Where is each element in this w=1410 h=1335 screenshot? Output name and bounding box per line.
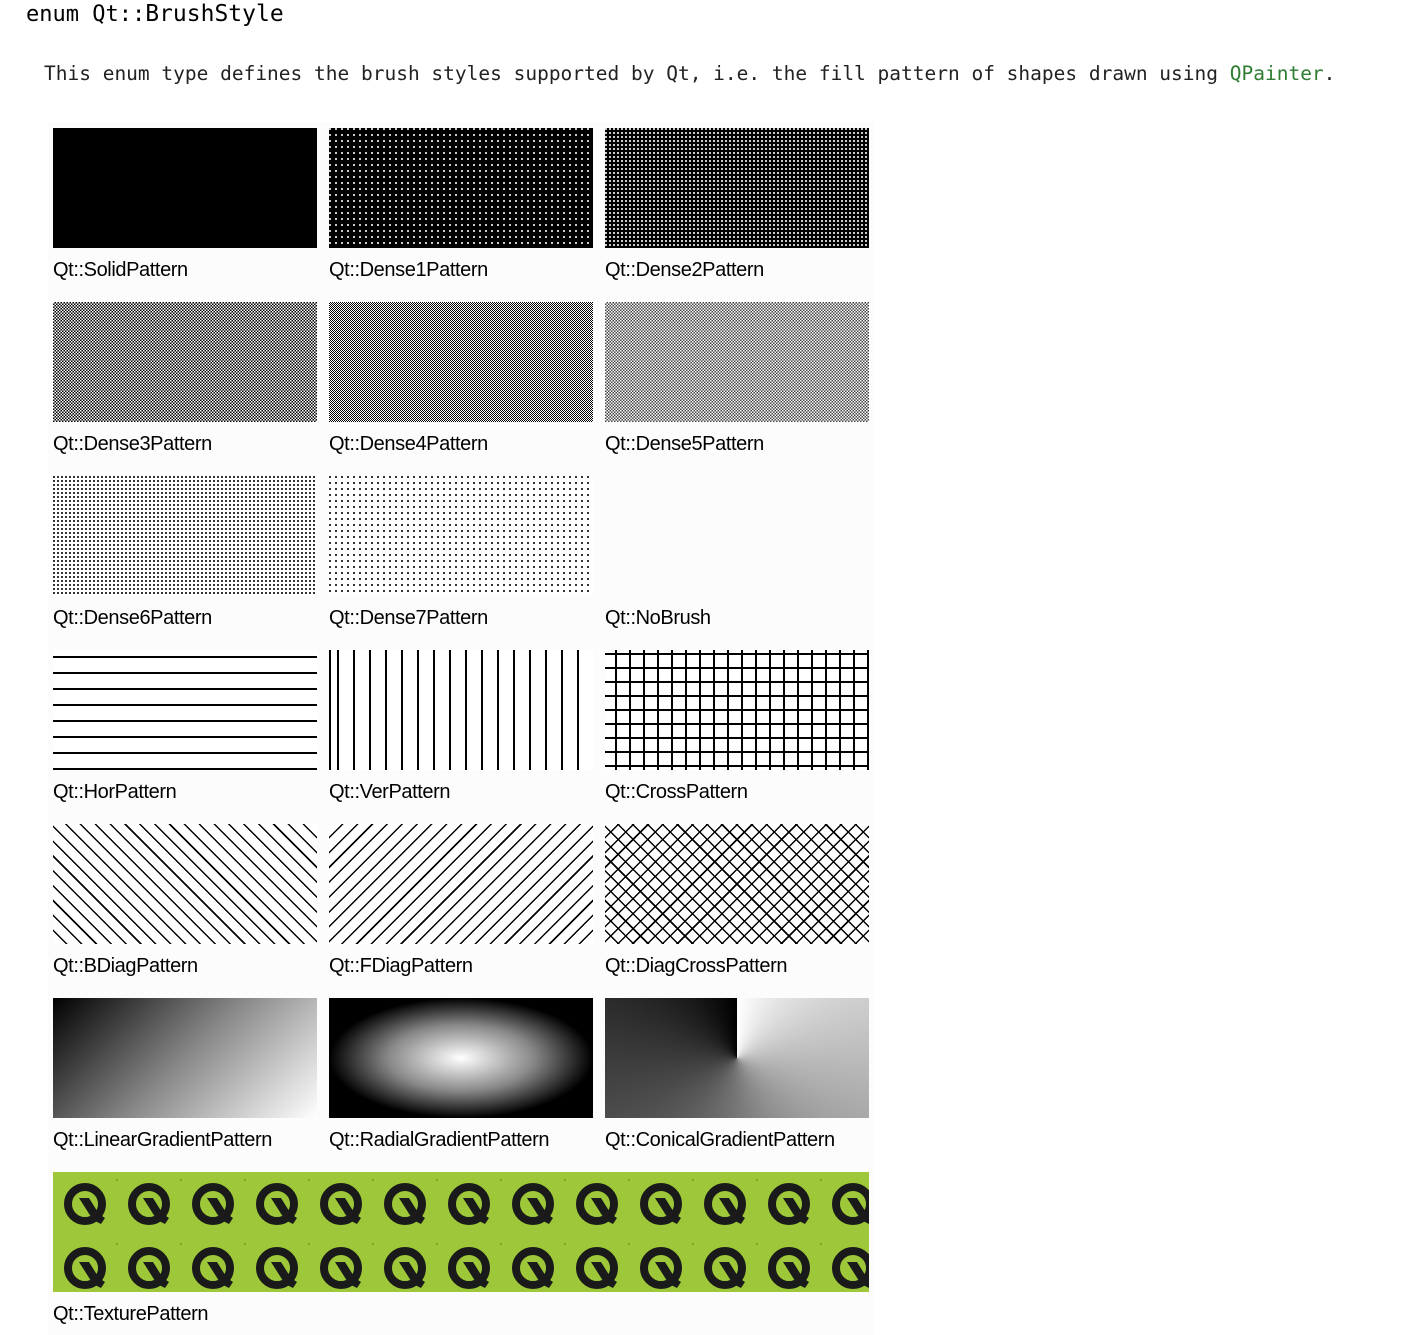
hor-pattern-swatch (53, 650, 317, 770)
texture-dot (563, 1242, 567, 1246)
pattern-label: Qt::ConicalGradientPattern (605, 1129, 835, 1151)
solid-pattern-swatch (53, 128, 317, 248)
diagcross-pattern-swatch (605, 824, 869, 944)
dense6-pattern-swatch (53, 476, 317, 596)
bdiag-pattern-swatch (53, 824, 317, 944)
texture-dot (243, 1178, 247, 1182)
qt-logo-icon (704, 1183, 746, 1225)
qt-logo-icon (64, 1247, 106, 1289)
texture-dot (243, 1242, 247, 1246)
qt-logo-icon (192, 1183, 234, 1225)
dense3-pattern-swatch (53, 302, 317, 422)
texture-dot (371, 1242, 375, 1246)
texture-dot (499, 1178, 503, 1182)
qt-logo-icon (832, 1247, 869, 1289)
description-suffix: . (1323, 62, 1336, 85)
qt-logo-icon (128, 1247, 170, 1289)
dense4-pattern-swatch (329, 302, 593, 422)
texture-dot (435, 1178, 439, 1182)
enum-name: BrushStyle (145, 1, 284, 27)
pattern-label: Qt::BDiagPattern (53, 955, 198, 977)
enum-heading: enum Qt::BrushStyle (26, 0, 284, 29)
texture-dot (755, 1178, 759, 1182)
nobrush-pattern-swatch (605, 476, 869, 596)
pattern-label: Qt::NoBrush (605, 607, 711, 629)
texture-dot (115, 1178, 119, 1182)
qt-logo-icon (384, 1183, 426, 1225)
pattern-label: Qt::Dense6Pattern (53, 607, 212, 629)
pattern-label: Qt::DiagCrossPattern (605, 955, 788, 977)
texture-pattern-swatch (53, 1172, 869, 1292)
dense2-pattern-swatch (605, 128, 869, 248)
qt-logo-icon (320, 1183, 362, 1225)
enum-description: This enum type defines the brush styles … (44, 60, 1335, 88)
qt-logo-icon (512, 1247, 554, 1289)
qt-logo-icon (256, 1183, 298, 1225)
pattern-label: Qt::FDiagPattern (329, 955, 473, 977)
texture-dot (755, 1242, 759, 1246)
pattern-label: Qt::CrossPattern (605, 781, 748, 803)
dense1-pattern-swatch (329, 128, 593, 248)
qt-logo-icon (640, 1247, 682, 1289)
enum-prefix: enum Qt:: (26, 2, 146, 27)
texture-dot (691, 1242, 695, 1246)
texture-dot (115, 1242, 119, 1246)
qt-logo-icon (768, 1183, 810, 1225)
qt-logo-icon (192, 1247, 234, 1289)
pattern-label: Qt::VerPattern (329, 781, 451, 803)
texture-dot (627, 1242, 631, 1246)
pattern-label: Qt::Dense4Pattern (329, 433, 488, 455)
pattern-label: Qt::Dense1Pattern (329, 259, 488, 281)
pattern-label: Qt::Dense2Pattern (605, 259, 764, 281)
texture-dot (307, 1242, 311, 1246)
pattern-label: Qt::Dense7Pattern (329, 607, 488, 629)
qt-logo-icon (448, 1247, 490, 1289)
dense7-pattern-swatch (329, 476, 593, 596)
qt-logo-icon (256, 1247, 298, 1289)
pattern-label: Qt::RadialGradientPattern (329, 1129, 550, 1151)
texture-dot (179, 1178, 183, 1182)
ver-pattern-swatch (329, 650, 593, 770)
linear-gradient-swatch (53, 998, 317, 1118)
pattern-label: Qt::Dense5Pattern (605, 433, 764, 455)
texture-dot (435, 1242, 439, 1246)
qt-logo-icon (64, 1183, 106, 1225)
qt-logo-icon (704, 1247, 746, 1289)
dense5-pattern-swatch (605, 302, 869, 422)
qt-logo-icon (832, 1183, 869, 1225)
qt-logo-icon (640, 1183, 682, 1225)
conical-gradient-swatch (605, 998, 869, 1118)
cross-pattern-swatch (605, 650, 869, 770)
texture-dot (179, 1242, 183, 1246)
texture-dot (819, 1178, 823, 1182)
texture-dot (307, 1178, 311, 1182)
qt-logo-tile-icon (64, 1178, 869, 1289)
qt-logo-icon (512, 1183, 554, 1225)
texture-dot (691, 1178, 695, 1182)
texture-dot (563, 1178, 567, 1182)
qt-logo-icon (320, 1247, 362, 1289)
qt-logo-icon (576, 1183, 618, 1225)
pattern-label: Qt::Dense3Pattern (53, 433, 212, 455)
pattern-label: Qt::SolidPattern (53, 259, 188, 281)
qpainter-link[interactable]: QPainter (1230, 62, 1324, 85)
radial-gradient-swatch (329, 998, 593, 1118)
qt-logo-icon (128, 1183, 170, 1225)
qt-logo-icon (448, 1183, 490, 1225)
texture-dot (819, 1242, 823, 1246)
texture-dot (371, 1178, 375, 1182)
pattern-label: Qt::LinearGradientPattern (53, 1129, 273, 1151)
qt-logo-icon (384, 1247, 426, 1289)
pattern-label: Qt::HorPattern (53, 781, 177, 803)
qt-logo-icon (768, 1247, 810, 1289)
description-text: This enum type defines the brush styles … (44, 62, 1230, 85)
texture-dot (627, 1178, 631, 1182)
qt-logo-icon (576, 1247, 618, 1289)
pattern-label: Qt::TexturePattern (53, 1303, 209, 1325)
fdiag-pattern-swatch (329, 824, 593, 944)
texture-dot (499, 1242, 503, 1246)
